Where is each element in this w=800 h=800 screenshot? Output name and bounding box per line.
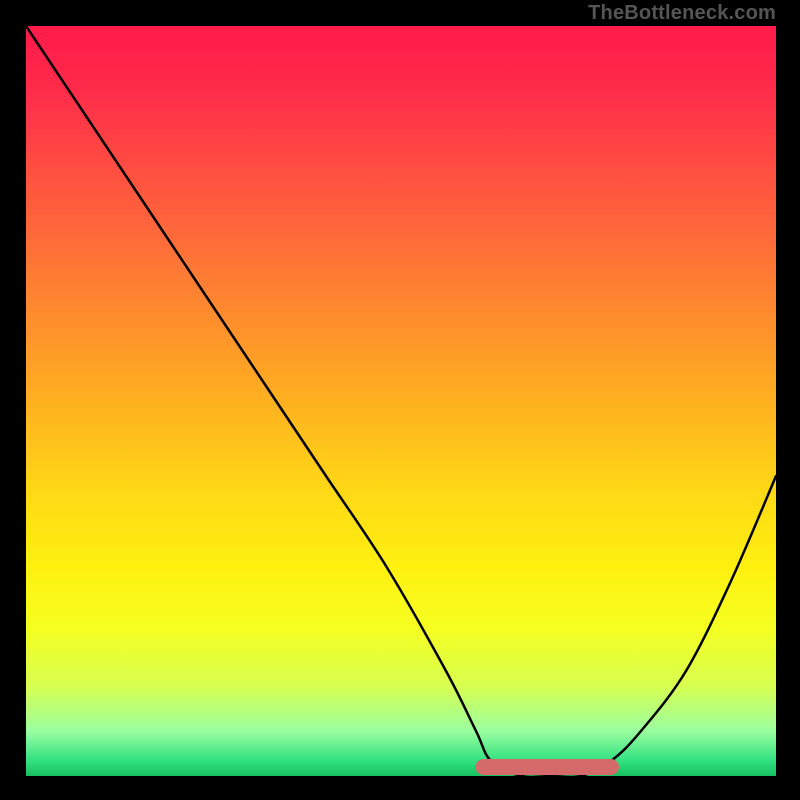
bottleneck-curve-path: [26, 26, 776, 776]
attribution-text: TheBottleneck.com: [588, 2, 776, 25]
chart-container: TheBottleneck.com: [0, 0, 800, 800]
curve-svg: [26, 26, 776, 776]
plot-area: [26, 26, 776, 776]
